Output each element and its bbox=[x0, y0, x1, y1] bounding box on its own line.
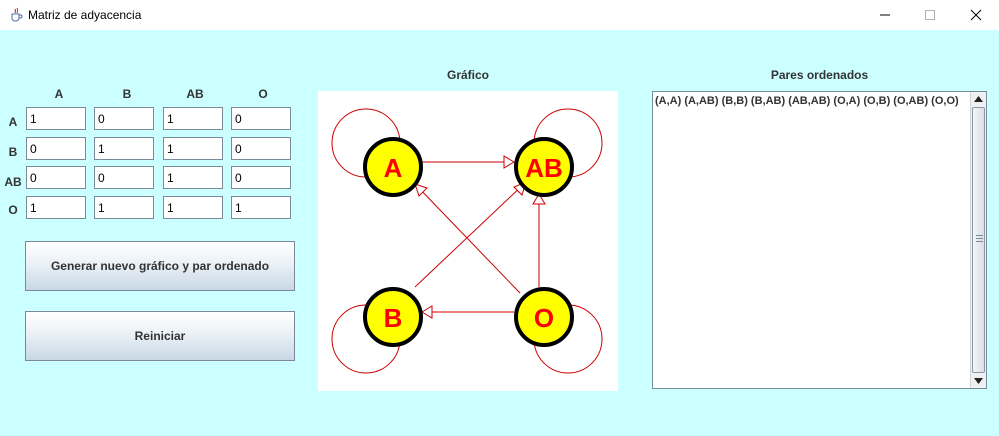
matrix-cell-ab-a[interactable] bbox=[26, 166, 86, 189]
matrix-col-header-a: A bbox=[54, 87, 64, 101]
matrix-cell-b-a[interactable] bbox=[26, 137, 86, 160]
matrix-cell-a-b[interactable] bbox=[94, 107, 154, 130]
matrix-col-header-o: O bbox=[258, 87, 268, 101]
matrix-col-header-b: B bbox=[122, 87, 132, 101]
matrix-cell-a-ab[interactable] bbox=[163, 107, 223, 130]
close-button[interactable] bbox=[953, 0, 999, 30]
matrix-cell-o-a[interactable] bbox=[26, 196, 86, 219]
generate-graph-button[interactable]: Generar nuevo gráfico y par ordenado bbox=[25, 241, 295, 291]
matrix-row-header-ab: AB bbox=[4, 175, 22, 189]
svg-text:AB: AB bbox=[525, 153, 563, 183]
matrix-cell-b-ab[interactable] bbox=[163, 137, 223, 160]
matrix-cell-a-o[interactable] bbox=[231, 107, 291, 130]
edge-b-ab bbox=[414, 181, 527, 288]
vertical-scrollbar[interactable] bbox=[970, 92, 986, 388]
minimize-button[interactable] bbox=[862, 0, 908, 30]
matrix-cell-o-b[interactable] bbox=[94, 196, 154, 219]
graph-node-ab: AB bbox=[514, 137, 574, 197]
scroll-down-arrow-icon[interactable] bbox=[971, 374, 986, 388]
matrix-cell-b-b[interactable] bbox=[94, 137, 154, 160]
matrix-cell-o-o[interactable] bbox=[231, 196, 291, 219]
title-bar: Matriz de adyacencia bbox=[0, 0, 999, 30]
matrix-cell-o-ab[interactable] bbox=[163, 196, 223, 219]
svg-text:B: B bbox=[384, 303, 403, 333]
scroll-thumb[interactable] bbox=[972, 107, 985, 373]
graph-node-a: A bbox=[363, 137, 423, 197]
matrix-cell-ab-o[interactable] bbox=[231, 166, 291, 189]
matrix-cell-ab-ab[interactable] bbox=[163, 166, 223, 189]
matrix-col-header-ab: AB bbox=[186, 87, 204, 101]
graph-node-o: O bbox=[514, 287, 574, 347]
graph-node-b: B bbox=[363, 287, 423, 347]
graph-svg: A AB B O bbox=[331, 108, 603, 374]
edge-o-a bbox=[414, 183, 521, 294]
pairs-text: (A,A) (A,AB) (B,B) (B,AB) (AB,AB) (O,A) … bbox=[655, 95, 959, 107]
maximize-button[interactable] bbox=[907, 0, 953, 30]
matrix-cell-b-o[interactable] bbox=[231, 137, 291, 160]
svg-text:A: A bbox=[384, 153, 403, 183]
matrix-row-header-o: O bbox=[8, 203, 18, 217]
svg-text:O: O bbox=[534, 303, 554, 333]
pairs-title: Pares ordenados bbox=[770, 68, 869, 82]
arrowhead-o-b bbox=[421, 305, 433, 319]
java-cup-icon bbox=[8, 7, 24, 23]
matrix-cell-ab-b[interactable] bbox=[94, 166, 154, 189]
main-panel: A B AB O A B AB O Generar nuevo gráfico … bbox=[0, 30, 999, 436]
matrix-cell-a-a[interactable] bbox=[26, 107, 86, 130]
window-title: Matriz de adyacencia bbox=[28, 8, 142, 22]
reset-button[interactable]: Reiniciar bbox=[25, 311, 295, 361]
matrix-row-header-b: B bbox=[8, 145, 18, 159]
arrowhead-a-ab bbox=[503, 155, 515, 169]
scroll-up-arrow-icon[interactable] bbox=[971, 92, 986, 106]
matrix-row-header-a: A bbox=[8, 115, 18, 129]
graph-canvas: A AB B O bbox=[318, 91, 618, 391]
pairs-textarea[interactable]: (A,A) (A,AB) (B,B) (B,AB) (AB,AB) (O,A) … bbox=[652, 91, 987, 389]
graph-title: Gráfico bbox=[446, 68, 489, 82]
